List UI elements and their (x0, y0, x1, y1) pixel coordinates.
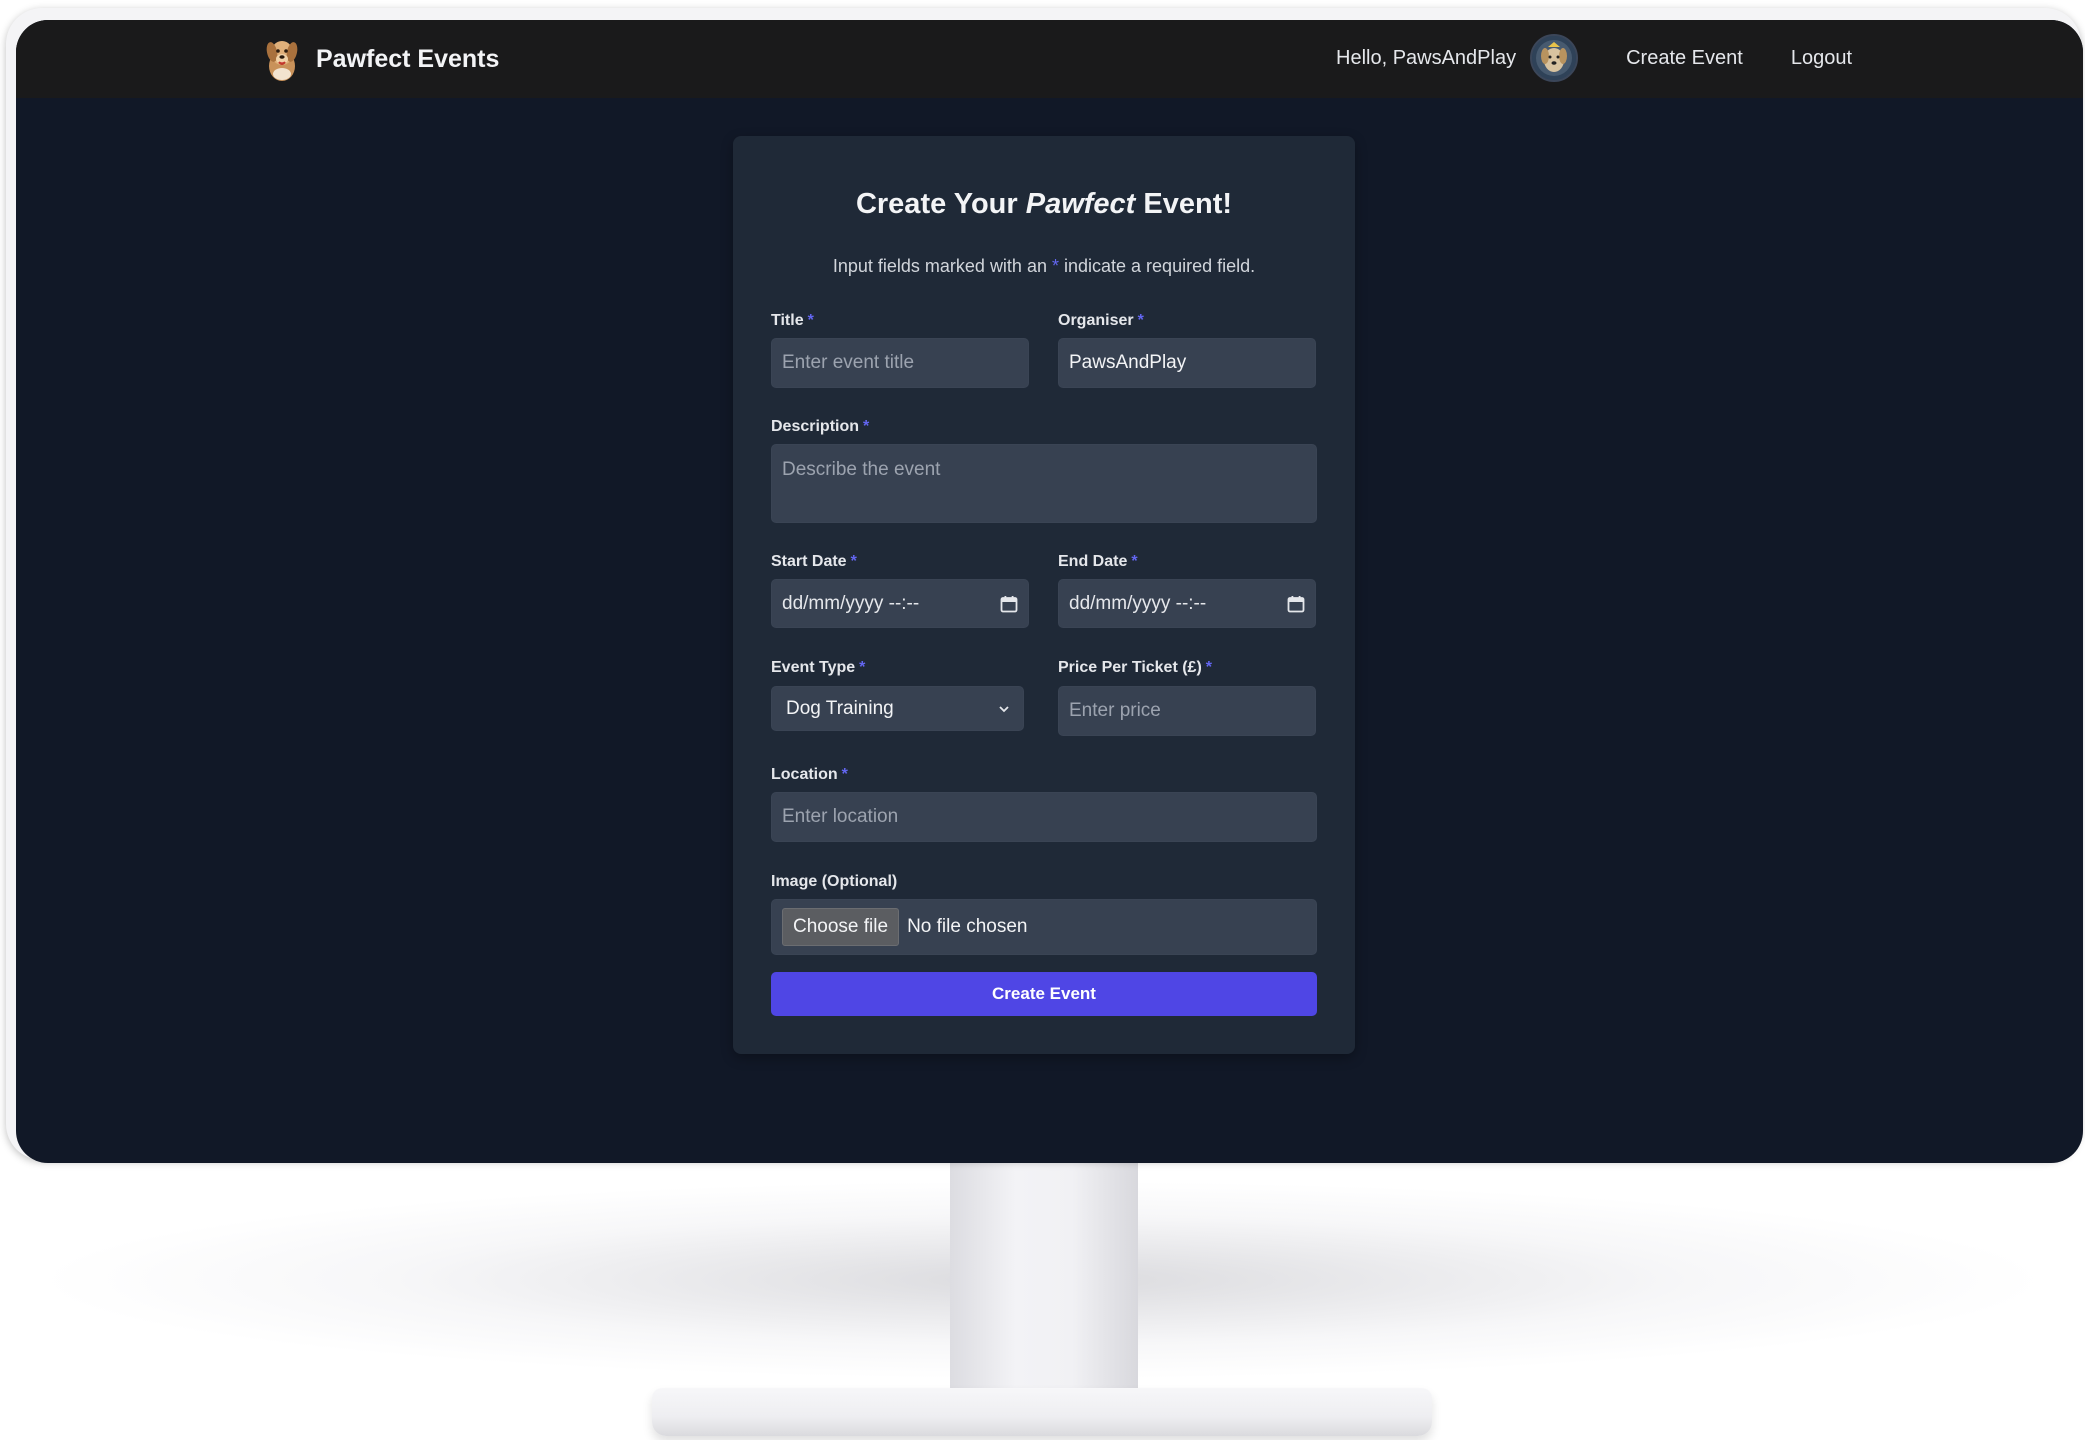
organiser-label: Organiser * (1058, 312, 1144, 330)
image-file-input[interactable]: Choose file No file chosen (771, 899, 1317, 955)
description-label: Description * (771, 418, 869, 436)
file-status: No file chosen (907, 916, 1028, 937)
calendar-icon[interactable] (1000, 595, 1018, 613)
title-input[interactable] (771, 338, 1029, 388)
start-date-label: Start Date * (771, 553, 857, 571)
required-note: Input fields marked with an * indicate a… (733, 256, 1355, 277)
description-textarea[interactable] (771, 444, 1317, 523)
required-star: * (1051, 256, 1059, 276)
required-star: * (859, 659, 866, 676)
navbar: Pawfect Events Hello, PawsAndPlay Create… (16, 20, 2083, 98)
heading-suffix: Event! (1135, 188, 1233, 220)
page-title: Create Your Pawfect Event! (733, 188, 1355, 221)
required-star: * (1205, 659, 1213, 676)
screen: Pawfect Events Hello, PawsAndPlay Create… (16, 20, 2083, 1163)
end-date-label-text: End Date (1058, 553, 1128, 570)
required-star: * (863, 418, 870, 435)
description-label-text: Description (771, 418, 860, 435)
organiser-label-text: Organiser (1058, 312, 1134, 329)
required-star: * (841, 766, 848, 783)
end-date-input[interactable]: dd/mm/yyyy --:-- (1058, 579, 1316, 628)
organiser-input[interactable] (1058, 338, 1316, 388)
create-event-card: Create Your Pawfect Event! Input fields … (733, 136, 1355, 1054)
user-greeting: Hello, PawsAndPlay (1336, 46, 1517, 69)
required-star: * (1137, 312, 1144, 329)
location-label-text: Location (771, 766, 838, 783)
start-date-input[interactable]: dd/mm/yyyy --:-- (771, 579, 1029, 628)
brand[interactable]: Pawfect Events (262, 36, 499, 82)
required-star: * (1131, 553, 1138, 570)
event-type-selected: Dog Training (786, 697, 894, 719)
chevron-down-icon (999, 705, 1009, 712)
avatar[interactable] (1530, 34, 1579, 82)
nav-create-event-link[interactable]: Create Event (1626, 47, 1743, 70)
location-label: Location * (771, 766, 848, 784)
start-date-value: dd/mm/yyyy --:-- (782, 592, 920, 614)
required-star: * (850, 553, 857, 570)
start-date-label-text: Start Date (771, 553, 847, 570)
choose-file-button[interactable]: Choose file (782, 908, 900, 946)
brand-name: Pawfect Events (316, 44, 500, 73)
note-prefix: Input fields marked with an (832, 256, 1052, 276)
price-label: Price Per Ticket (£) * (1058, 659, 1212, 677)
title-label-text: Title (771, 312, 804, 329)
end-date-value: dd/mm/yyyy --:-- (1069, 592, 1207, 614)
required-star: * (807, 312, 814, 329)
end-date-label: End Date * (1058, 553, 1138, 571)
event-type-label: Event Type * (771, 659, 865, 677)
monitor-stand-base (652, 1388, 1432, 1436)
dog-logo-icon (266, 41, 298, 81)
avatar-dog-image (1532, 36, 1577, 80)
note-suffix: indicate a required field. (1059, 256, 1256, 276)
monitor-stand-neck (950, 1150, 1138, 1412)
monitor-bezel: Pawfect Events Hello, PawsAndPlay Create… (6, 8, 2083, 1163)
calendar-icon[interactable] (1287, 595, 1305, 613)
nav-logout-link[interactable]: Logout (1791, 47, 1852, 70)
heading-prefix: Create Your (855, 188, 1026, 220)
event-type-select[interactable]: Dog Training (771, 686, 1024, 731)
price-label-text: Price Per Ticket (£) (1058, 659, 1202, 676)
nav-right: Hello, PawsAndPlay Create Event Logout (1336, 34, 1852, 82)
price-input[interactable] (1058, 686, 1316, 736)
event-type-label-text: Event Type (771, 659, 856, 676)
location-input[interactable] (771, 792, 1317, 842)
title-label: Title * (771, 312, 814, 330)
image-label: Image (Optional) (771, 873, 898, 890)
create-event-button[interactable]: Create Event (771, 972, 1317, 1016)
heading-emphasis: Pawfect (1025, 188, 1136, 220)
